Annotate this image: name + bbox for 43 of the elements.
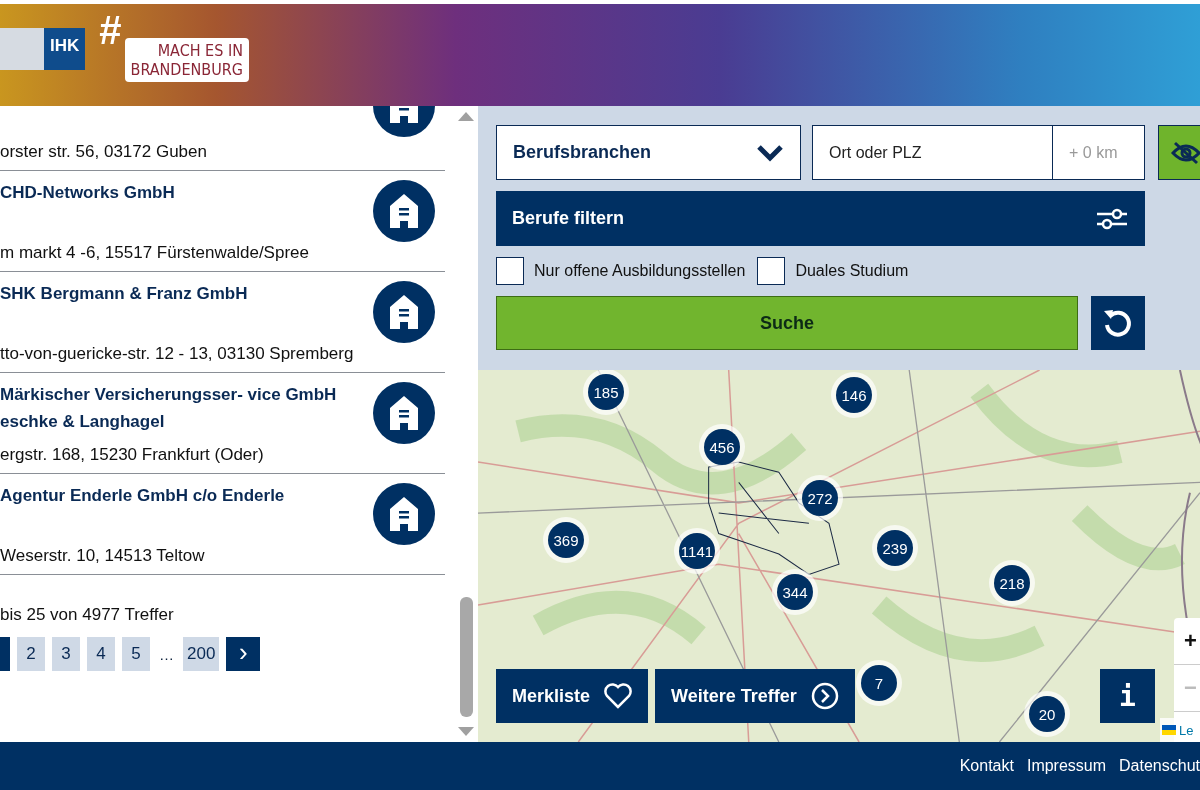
footer-link[interactable]: Kontakt (959, 757, 1014, 775)
checkbox-label: Duales Studium (795, 262, 909, 280)
chevron-down-icon (756, 143, 784, 162)
result-address: m markt 4 -6, 15517 Fürstenwalde/Spree (0, 243, 309, 263)
campaign-logo: # MACH ES IN BRANDENBURG (99, 18, 249, 82)
more-results-button[interactable]: Weitere Treffer (655, 669, 855, 723)
page-button[interactable]: 5 (122, 637, 150, 671)
checkbox-label: Nur offene Ausbildungsstellen (534, 262, 746, 280)
result-name[interactable]: SHK Bergmann & Franz GmbH (0, 280, 354, 307)
eye-off-icon (1171, 140, 1200, 165)
sliders-icon (1095, 206, 1129, 231)
chevron-circle-icon (810, 682, 839, 710)
heart-icon (604, 683, 633, 709)
filter-button[interactable]: Berufe filtern (496, 191, 1145, 246)
result-name[interactable]: Agentur Enderle GmbH c/o Enderle (0, 482, 285, 509)
page-button[interactable]: 4 (87, 637, 115, 671)
hide-map-button[interactable] (1158, 125, 1200, 180)
result-address: orster str. 56, 03172 Guben (0, 142, 207, 162)
zoom-in-button[interactable]: + (1174, 618, 1200, 665)
checkbox[interactable] (757, 257, 786, 285)
result-address: Weserstr. 10, 14513 Teltow (0, 546, 206, 566)
result-name[interactable]: CHD-Networks GmbH (0, 179, 309, 206)
checkbox[interactable] (496, 257, 524, 285)
result-address: tto-von-guericke-str. 12 - 13, 03130 Spremberg (0, 344, 354, 364)
radius-field[interactable]: + 0 km (1053, 125, 1145, 180)
watchlist-button[interactable]: Merkliste (496, 669, 649, 723)
map[interactable]: 185 146 456 272 369 1141 239 344 218 7 20 Merkliste Weitere Treffer i + − Le (478, 370, 1200, 742)
flag-icon (1162, 725, 1176, 735)
result-name[interactable]: Märkischer Versicherungsser- vice GmbH eschke & Langhagel (0, 381, 337, 435)
location-field[interactable]: Ort oder PLZ (812, 125, 1053, 180)
footer-link[interactable]: Impressum (1026, 757, 1107, 775)
result-address: ergstr. 168, 15230 Frankfurt (Oder) (0, 445, 265, 465)
page-button[interactable]: 200 (183, 637, 220, 671)
info-button[interactable]: i (1100, 669, 1155, 723)
result-count: bis 25 von 4977 Treffer (0, 605, 175, 625)
branch-dropdown[interactable]: Berufsbranchen (496, 125, 801, 180)
reset-button[interactable] (1091, 296, 1145, 350)
page-ellipsis: … (158, 645, 175, 663)
next-page-button[interactable]: › (226, 637, 261, 671)
search-button[interactable]: Suche (496, 296, 1078, 350)
page-button[interactable]: 2 (17, 637, 45, 671)
page-button[interactable]: 3 (52, 637, 80, 671)
footer-link[interactable]: Datenschut (1119, 757, 1200, 775)
